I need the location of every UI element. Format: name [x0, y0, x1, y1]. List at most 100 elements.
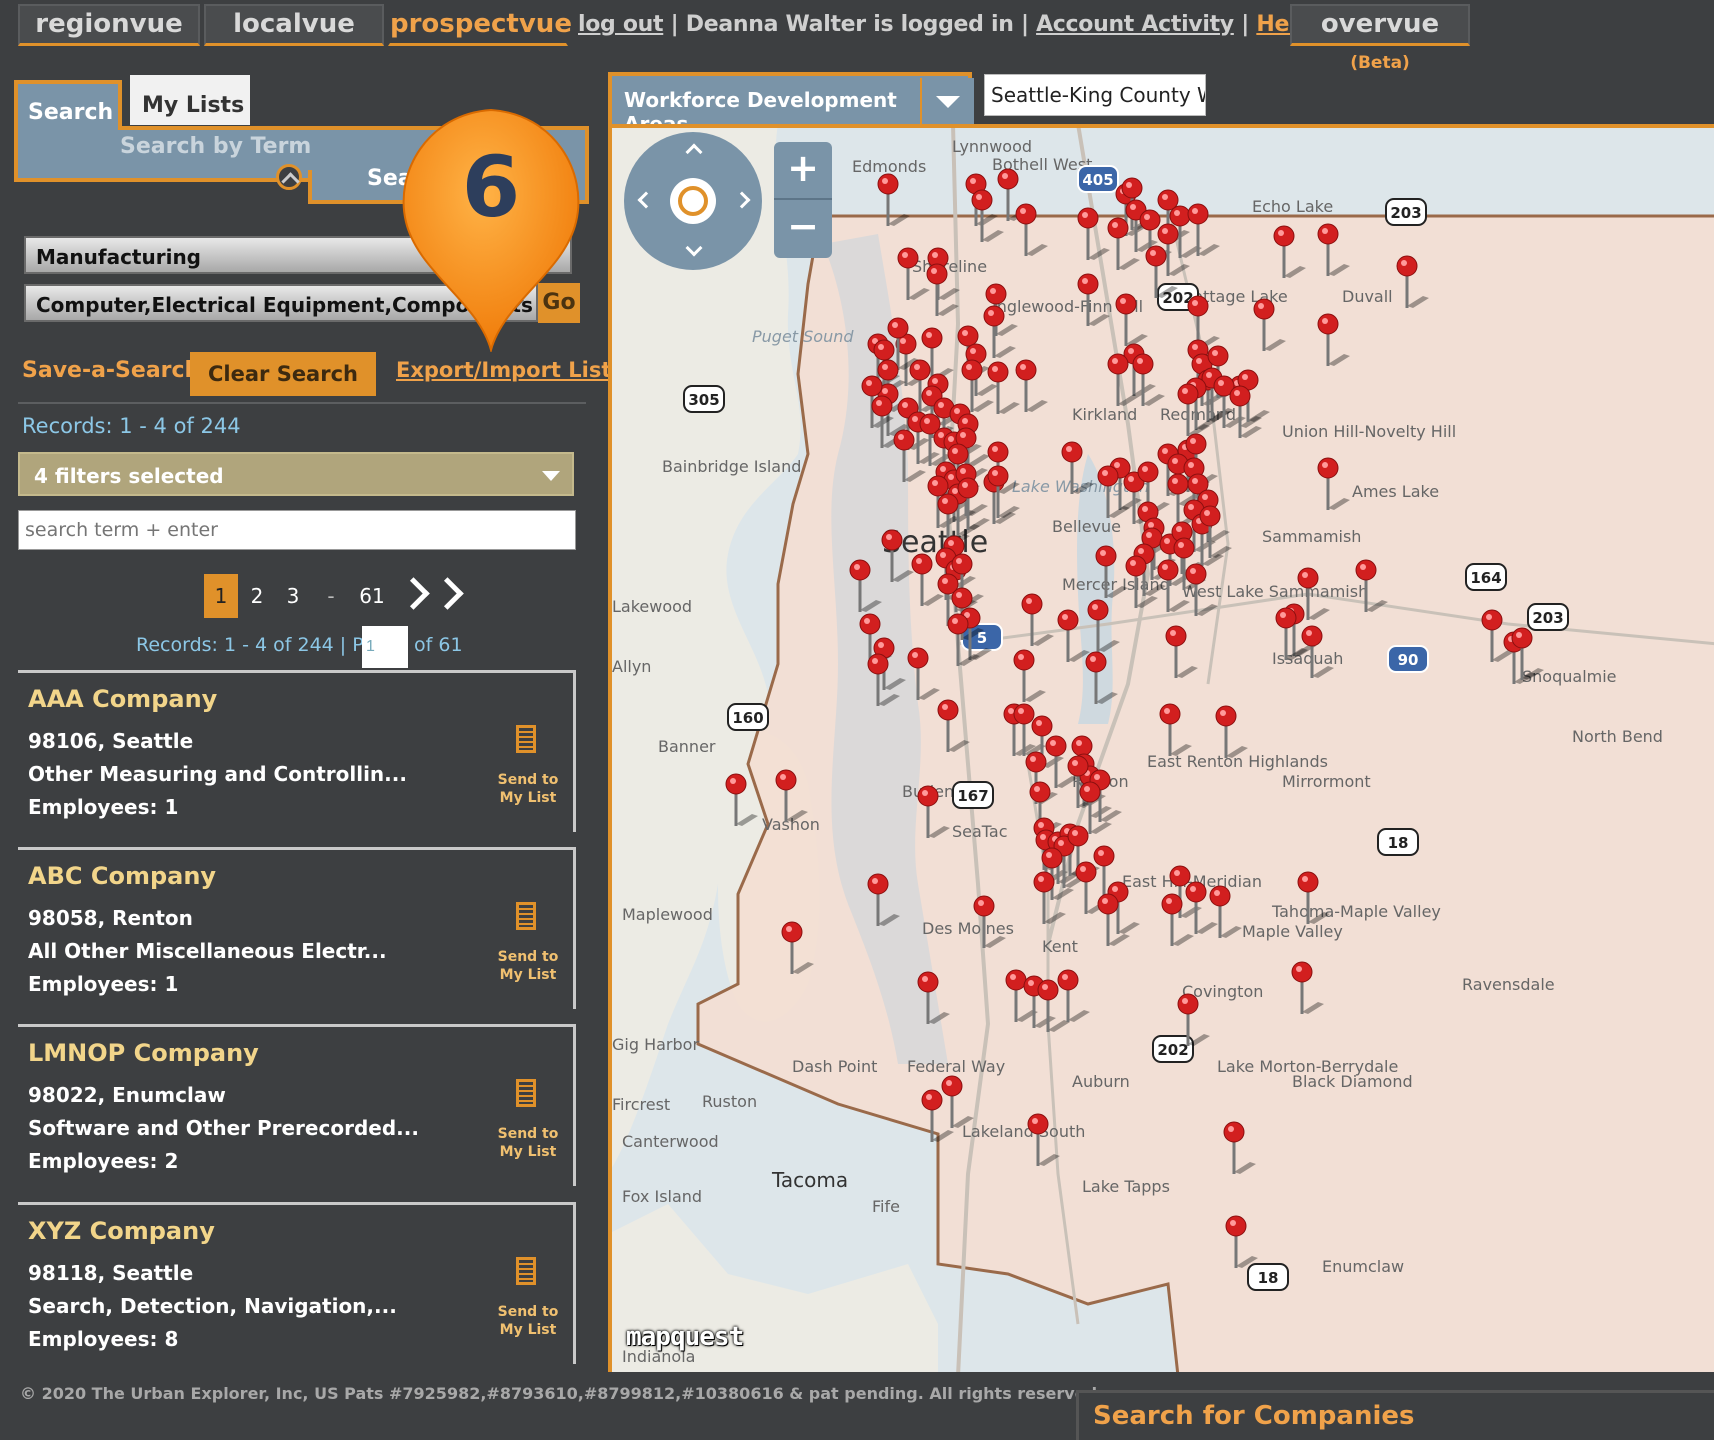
- page-total-label: of 61: [414, 634, 463, 656]
- page-number-input[interactable]: [362, 626, 408, 668]
- last-page-icon[interactable]: [431, 577, 464, 610]
- save-a-search-link[interactable]: Save-a-Search: [22, 358, 200, 383]
- route-shield-icon: 203: [1527, 603, 1569, 631]
- pan-down-icon[interactable]: [685, 239, 703, 257]
- company-employees: Employees: 2: [28, 1149, 179, 1173]
- zoom-in-button[interactable]: +: [774, 142, 832, 198]
- chevron-down-icon: [542, 471, 560, 481]
- map-place-label: Federal Way: [907, 1057, 1005, 1076]
- company-employees: Employees: 1: [28, 795, 179, 819]
- map-place-label: Gig Harbor: [612, 1035, 699, 1054]
- next-page-icon[interactable]: [397, 577, 430, 610]
- my-list-label: My List: [499, 1322, 557, 1338]
- route-shield-icon: 18: [1247, 1263, 1289, 1291]
- search-input[interactable]: [18, 510, 576, 550]
- beta-badge: (Beta): [1350, 53, 1410, 73]
- records-page-label: Records: 1 - 4 of 244 | Page: [136, 634, 399, 656]
- tab-prospectvue[interactable]: prospectvue: [388, 4, 572, 46]
- map-place-label: Enumclaw: [1322, 1257, 1404, 1276]
- tab-regionvue[interactable]: regionvue: [18, 4, 200, 46]
- top-navigation: regionvue localvue prospectvue log out |…: [0, 0, 1714, 73]
- send-to-list-button[interactable]: Send to My List: [488, 771, 568, 807]
- map-place-label: Ravensdale: [1462, 975, 1555, 994]
- company-name[interactable]: AAA Company: [28, 685, 217, 713]
- overvue-label: overvue: [1320, 9, 1440, 39]
- page-3-button[interactable]: 3: [280, 574, 306, 618]
- records-count: Records: 1 - 4 of 244: [22, 414, 241, 438]
- route-number: 167: [957, 787, 988, 805]
- list-icon[interactable]: [516, 725, 536, 753]
- tab-my-lists[interactable]: My Lists: [130, 75, 250, 125]
- page-ellipsis: -: [327, 584, 335, 608]
- map-place-label: Ruston: [702, 1092, 757, 1111]
- company-card[interactable]: XYZ Company 98118, Seattle Search, Detec…: [18, 1202, 576, 1364]
- map-place-label: Des Moines: [922, 919, 1014, 938]
- pan-up-icon[interactable]: [685, 143, 703, 161]
- map-place-label: Banner: [658, 737, 716, 756]
- route-number: 202: [1157, 1041, 1188, 1059]
- company-location: 98118, Seattle: [28, 1261, 194, 1285]
- company-name[interactable]: LMNOP Company: [28, 1039, 259, 1067]
- clear-search-button[interactable]: Clear Search: [190, 352, 376, 396]
- send-to-list-button[interactable]: Send to My List: [488, 948, 568, 984]
- map-place-label: Shoreline: [912, 257, 987, 276]
- list-icon[interactable]: [516, 1079, 536, 1107]
- company-employees: Employees: 1: [28, 972, 179, 996]
- export-import-list-link[interactable]: Export/Import List: [396, 358, 611, 382]
- send-to-list-button[interactable]: Send to My List: [488, 1303, 568, 1339]
- map-view[interactable]: Lynnwood Bothell West Edmonds Echo Lake Shor…: [608, 124, 1714, 1372]
- route-shield-icon: 90: [1387, 645, 1429, 673]
- page-2-button[interactable]: 2: [244, 574, 270, 618]
- tab-overvue[interactable]: overvue (Beta): [1290, 4, 1470, 73]
- route-number: 18: [1388, 834, 1409, 852]
- map-place-label: Union Hill-Novelty Hill: [1282, 422, 1456, 441]
- step-number: 6: [461, 138, 521, 236]
- company-industry: Software and Other Prerecorded...: [28, 1116, 419, 1140]
- map-place-label: Lynnwood: [952, 137, 1032, 156]
- list-icon[interactable]: [516, 902, 536, 930]
- filters-select[interactable]: 4 filters selected: [18, 452, 574, 496]
- company-card[interactable]: LMNOP Company 98022, Enumclaw Software a…: [18, 1024, 576, 1186]
- map-place-label: Allyn: [612, 657, 651, 676]
- map-place-label: Bainbridge Island: [662, 457, 801, 476]
- region-select[interactable]: Seattle-King County WI: [984, 74, 1206, 116]
- company-name[interactable]: ABC Company: [28, 862, 216, 890]
- filters-label: 4 filters selected: [34, 464, 224, 488]
- pan-left-icon[interactable]: [637, 191, 655, 209]
- industry-value: Manufacturing: [36, 245, 201, 269]
- company-location: 98058, Renton: [28, 906, 193, 930]
- map-place-label: Fox Island: [622, 1187, 702, 1206]
- user-status: Deanna Walter is logged in: [685, 12, 1014, 37]
- layer-dropdown-chevron-icon[interactable]: [920, 78, 974, 124]
- map-place-label: Puget Sound: [752, 327, 854, 346]
- recenter-icon[interactable]: [670, 178, 716, 224]
- tab-search[interactable]: Search: [14, 80, 122, 130]
- company-card[interactable]: ABC Company 98058, Renton All Other Misc…: [18, 847, 576, 1009]
- page-1-button[interactable]: 1: [204, 574, 238, 618]
- map-place-label: North Bend: [1572, 727, 1663, 746]
- page-last-button[interactable]: 61: [352, 574, 392, 618]
- send-to-list-button[interactable]: Send to My List: [488, 1125, 568, 1161]
- search-for-companies-panel[interactable]: Search for Companies: [1076, 1390, 1714, 1440]
- route-number: 90: [1398, 651, 1419, 669]
- map-place-label: Fircrest: [612, 1095, 670, 1114]
- logout-link[interactable]: log out: [578, 12, 664, 37]
- search-by-term-label[interactable]: Search by Term: [120, 134, 311, 159]
- collapse-caret-icon[interactable]: [276, 164, 302, 190]
- map-place-label: Edmonds: [852, 157, 926, 176]
- pan-right-icon[interactable]: [733, 191, 751, 209]
- account-activity-link[interactable]: Account Activity: [1036, 12, 1234, 37]
- company-location: 98106, Seattle: [28, 729, 194, 753]
- company-industry: All Other Miscellaneous Electr...: [28, 939, 387, 963]
- map-place-label: Fife: [872, 1197, 900, 1216]
- tab-localvue[interactable]: localvue: [204, 4, 384, 46]
- layer-select[interactable]: Workforce Development Areas: [608, 72, 972, 136]
- company-location: 98022, Enumclaw: [28, 1083, 226, 1107]
- map-place-label: Sammamish: [1262, 527, 1361, 546]
- list-icon[interactable]: [516, 1257, 536, 1285]
- company-name[interactable]: XYZ Company: [28, 1217, 215, 1245]
- my-list-label: My List: [499, 967, 557, 983]
- pan-control[interactable]: [624, 132, 762, 270]
- zoom-out-button[interactable]: −: [774, 198, 832, 256]
- company-card[interactable]: AAA Company 98106, Seattle Other Measuri…: [18, 670, 576, 832]
